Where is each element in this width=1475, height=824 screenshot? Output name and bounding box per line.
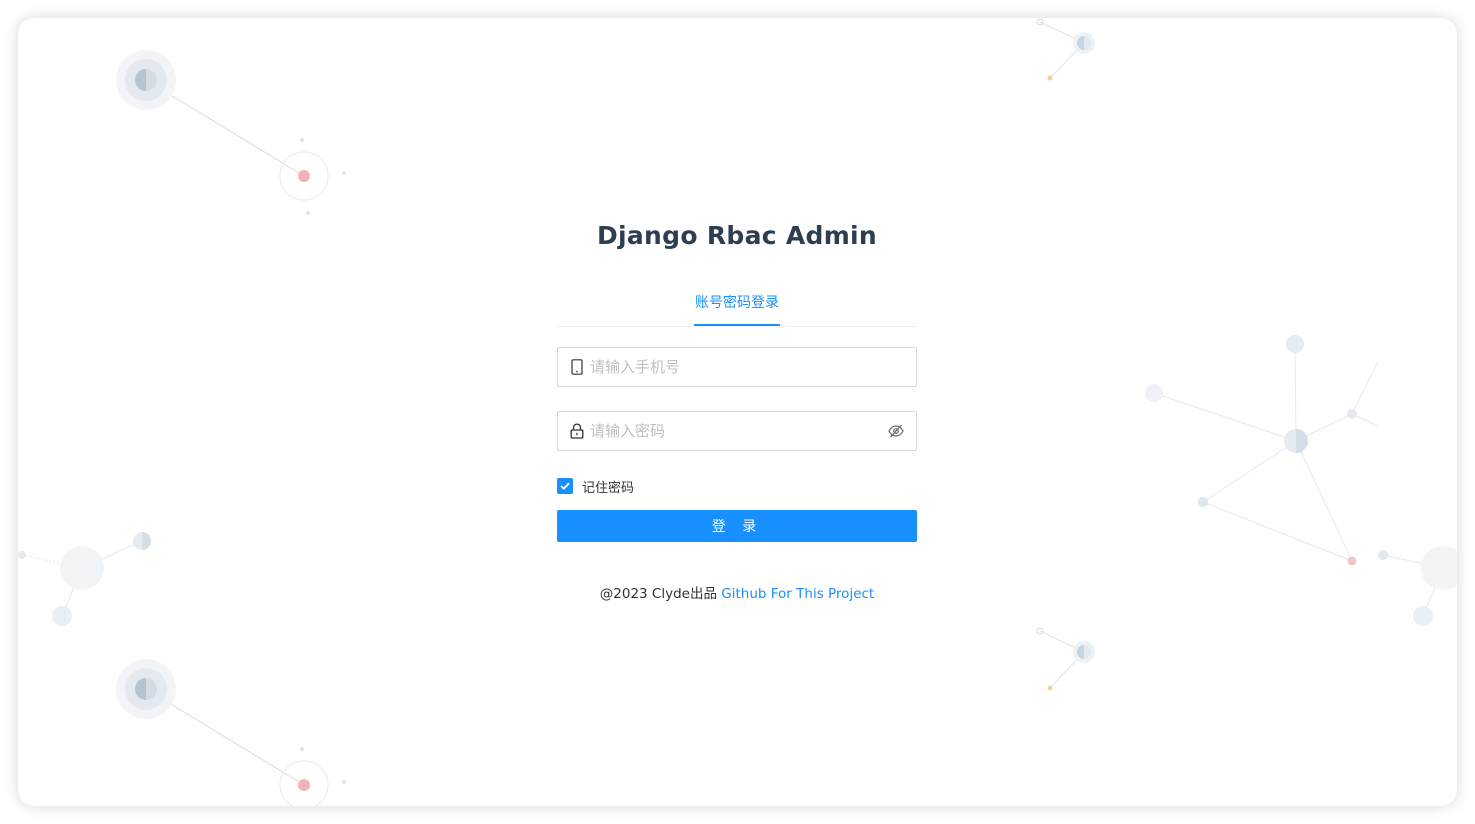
login-panel: Django Rbac Admin 账号密码登录 请输入手机号 记住密码 登 录…: [557, 218, 917, 604]
phone-input[interactable]: [590, 349, 916, 385]
phone-field[interactable]: [557, 347, 917, 387]
app-title: Django Rbac Admin: [596, 221, 878, 250]
molecule-top-left: [116, 50, 346, 215]
lock-icon: [570, 423, 584, 439]
login-tabs: 账号密码登录: [557, 292, 917, 327]
login-window: Django Rbac Admin 账号密码登录 请输入手机号 记住密码 登 录…: [18, 18, 1457, 806]
copyright-text: @2023 Clyde出品: [599, 586, 717, 602]
password-input[interactable]: [590, 413, 887, 449]
github-link[interactable]: Github For This Project: [721, 586, 874, 602]
molecule-top-right: [1036, 18, 1095, 81]
network-right: [1145, 335, 1379, 566]
network-bottom-right: [1378, 546, 1457, 626]
remember-password-checkbox[interactable]: [557, 478, 573, 494]
eye-invisible-icon[interactable]: [887, 422, 905, 440]
footer: @2023 Clyde出品 Github For This Project: [557, 584, 917, 604]
mobile-icon: [570, 359, 584, 375]
molecule-mid-right: [1036, 627, 1095, 691]
login-button[interactable]: 登 录: [557, 510, 917, 542]
remember-password-row: 记住密码: [557, 476, 917, 496]
password-field[interactable]: [557, 411, 917, 451]
molecule-bottom-left: [116, 659, 346, 806]
network-left: [18, 532, 151, 626]
checkmark-icon: [560, 482, 570, 490]
remember-password-label[interactable]: 记住密码: [582, 477, 634, 496]
tab-account-password[interactable]: 账号密码登录: [694, 292, 780, 326]
